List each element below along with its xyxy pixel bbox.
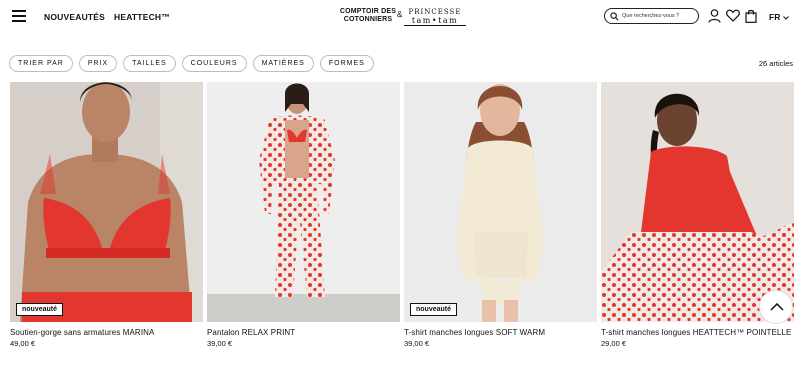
- product-photo-bra: [10, 82, 203, 322]
- product-image[interactable]: [601, 82, 794, 322]
- product-photo-heattech: [601, 82, 794, 322]
- product-card[interactable]: Pantalon RELAX PRINT 39,00 €: [207, 82, 400, 348]
- filter-bar: TRIER PAR PRIX TAILLES COULEURS MATIÈRES…: [9, 55, 374, 72]
- logo-line-1: PRINCESSE: [408, 8, 462, 16]
- search-box[interactable]: [604, 8, 699, 24]
- logo-line-2: COTONNIERS: [343, 16, 393, 23]
- product-name[interactable]: T-shirt manches longues SOFT WARM: [404, 328, 597, 337]
- product-photo-pants: [207, 82, 400, 322]
- product-image[interactable]: nouveauté: [404, 82, 597, 322]
- filter-shapes[interactable]: FORMES: [319, 55, 374, 72]
- product-image[interactable]: [207, 82, 400, 322]
- logo-line-1: COMPTOIR DES: [339, 8, 397, 15]
- language-label: FR: [769, 12, 781, 22]
- filter-price[interactable]: PRIX: [78, 55, 118, 72]
- site-header: NOUVEAUTÉS HEATTECH™ COMPTOIR DES COTONN…: [0, 0, 800, 36]
- nav-link-heattech[interactable]: HEATTECH™: [114, 12, 170, 22]
- language-selector[interactable]: FR: [769, 12, 790, 22]
- wishlist-heart-icon[interactable]: [726, 9, 740, 22]
- filter-materials[interactable]: MATIÈRES: [252, 55, 314, 72]
- nav-link-new[interactable]: NOUVEAUTÉS: [44, 12, 105, 22]
- result-count: 26 articles: [758, 59, 793, 68]
- hamburger-menu-icon[interactable]: [12, 10, 26, 22]
- filter-sizes[interactable]: TAILLES: [123, 55, 176, 72]
- new-badge: nouveauté: [16, 303, 64, 316]
- shopping-bag-icon[interactable]: [745, 9, 757, 23]
- chevron-up-icon: [770, 303, 784, 311]
- filter-colors[interactable]: COULEURS: [181, 55, 247, 72]
- product-price: 39,00 €: [404, 339, 430, 348]
- product-card[interactable]: nouveauté T-shirt manches longues SOFT W…: [404, 82, 597, 348]
- product-price: 29,00 €: [601, 339, 627, 348]
- product-name[interactable]: Pantalon RELAX PRINT: [207, 328, 400, 337]
- scroll-to-top-button[interactable]: [759, 290, 793, 324]
- logo-line-2: tam•tam: [404, 16, 466, 26]
- account-icon[interactable]: [708, 9, 721, 23]
- product-name[interactable]: Soutien-gorge sans armatures MARINA: [10, 328, 203, 337]
- product-price: 49,00 €: [10, 339, 36, 348]
- sort-button[interactable]: TRIER PAR: [9, 55, 73, 72]
- new-badge: nouveauté: [410, 303, 458, 316]
- logo-princesse-tam-tam[interactable]: PRINCESSE tam•tam: [404, 8, 466, 26]
- product-photo-tshirt: [404, 82, 597, 322]
- chevron-down-icon: [783, 15, 790, 20]
- product-name[interactable]: T-shirt manches longues HEATTECH™ POINTE…: [601, 328, 794, 337]
- search-input[interactable]: [622, 10, 694, 22]
- product-card[interactable]: nouveauté Soutien-gorge sans armatures M…: [10, 82, 203, 348]
- logo-ampersand: &: [397, 10, 403, 19]
- logo-comptoir-des-cotonniers[interactable]: COMPTOIR DES COTONNIERS: [336, 8, 400, 24]
- product-image[interactable]: nouveauté: [10, 82, 203, 322]
- search-icon: [610, 12, 619, 21]
- product-price: 39,00 €: [207, 339, 233, 348]
